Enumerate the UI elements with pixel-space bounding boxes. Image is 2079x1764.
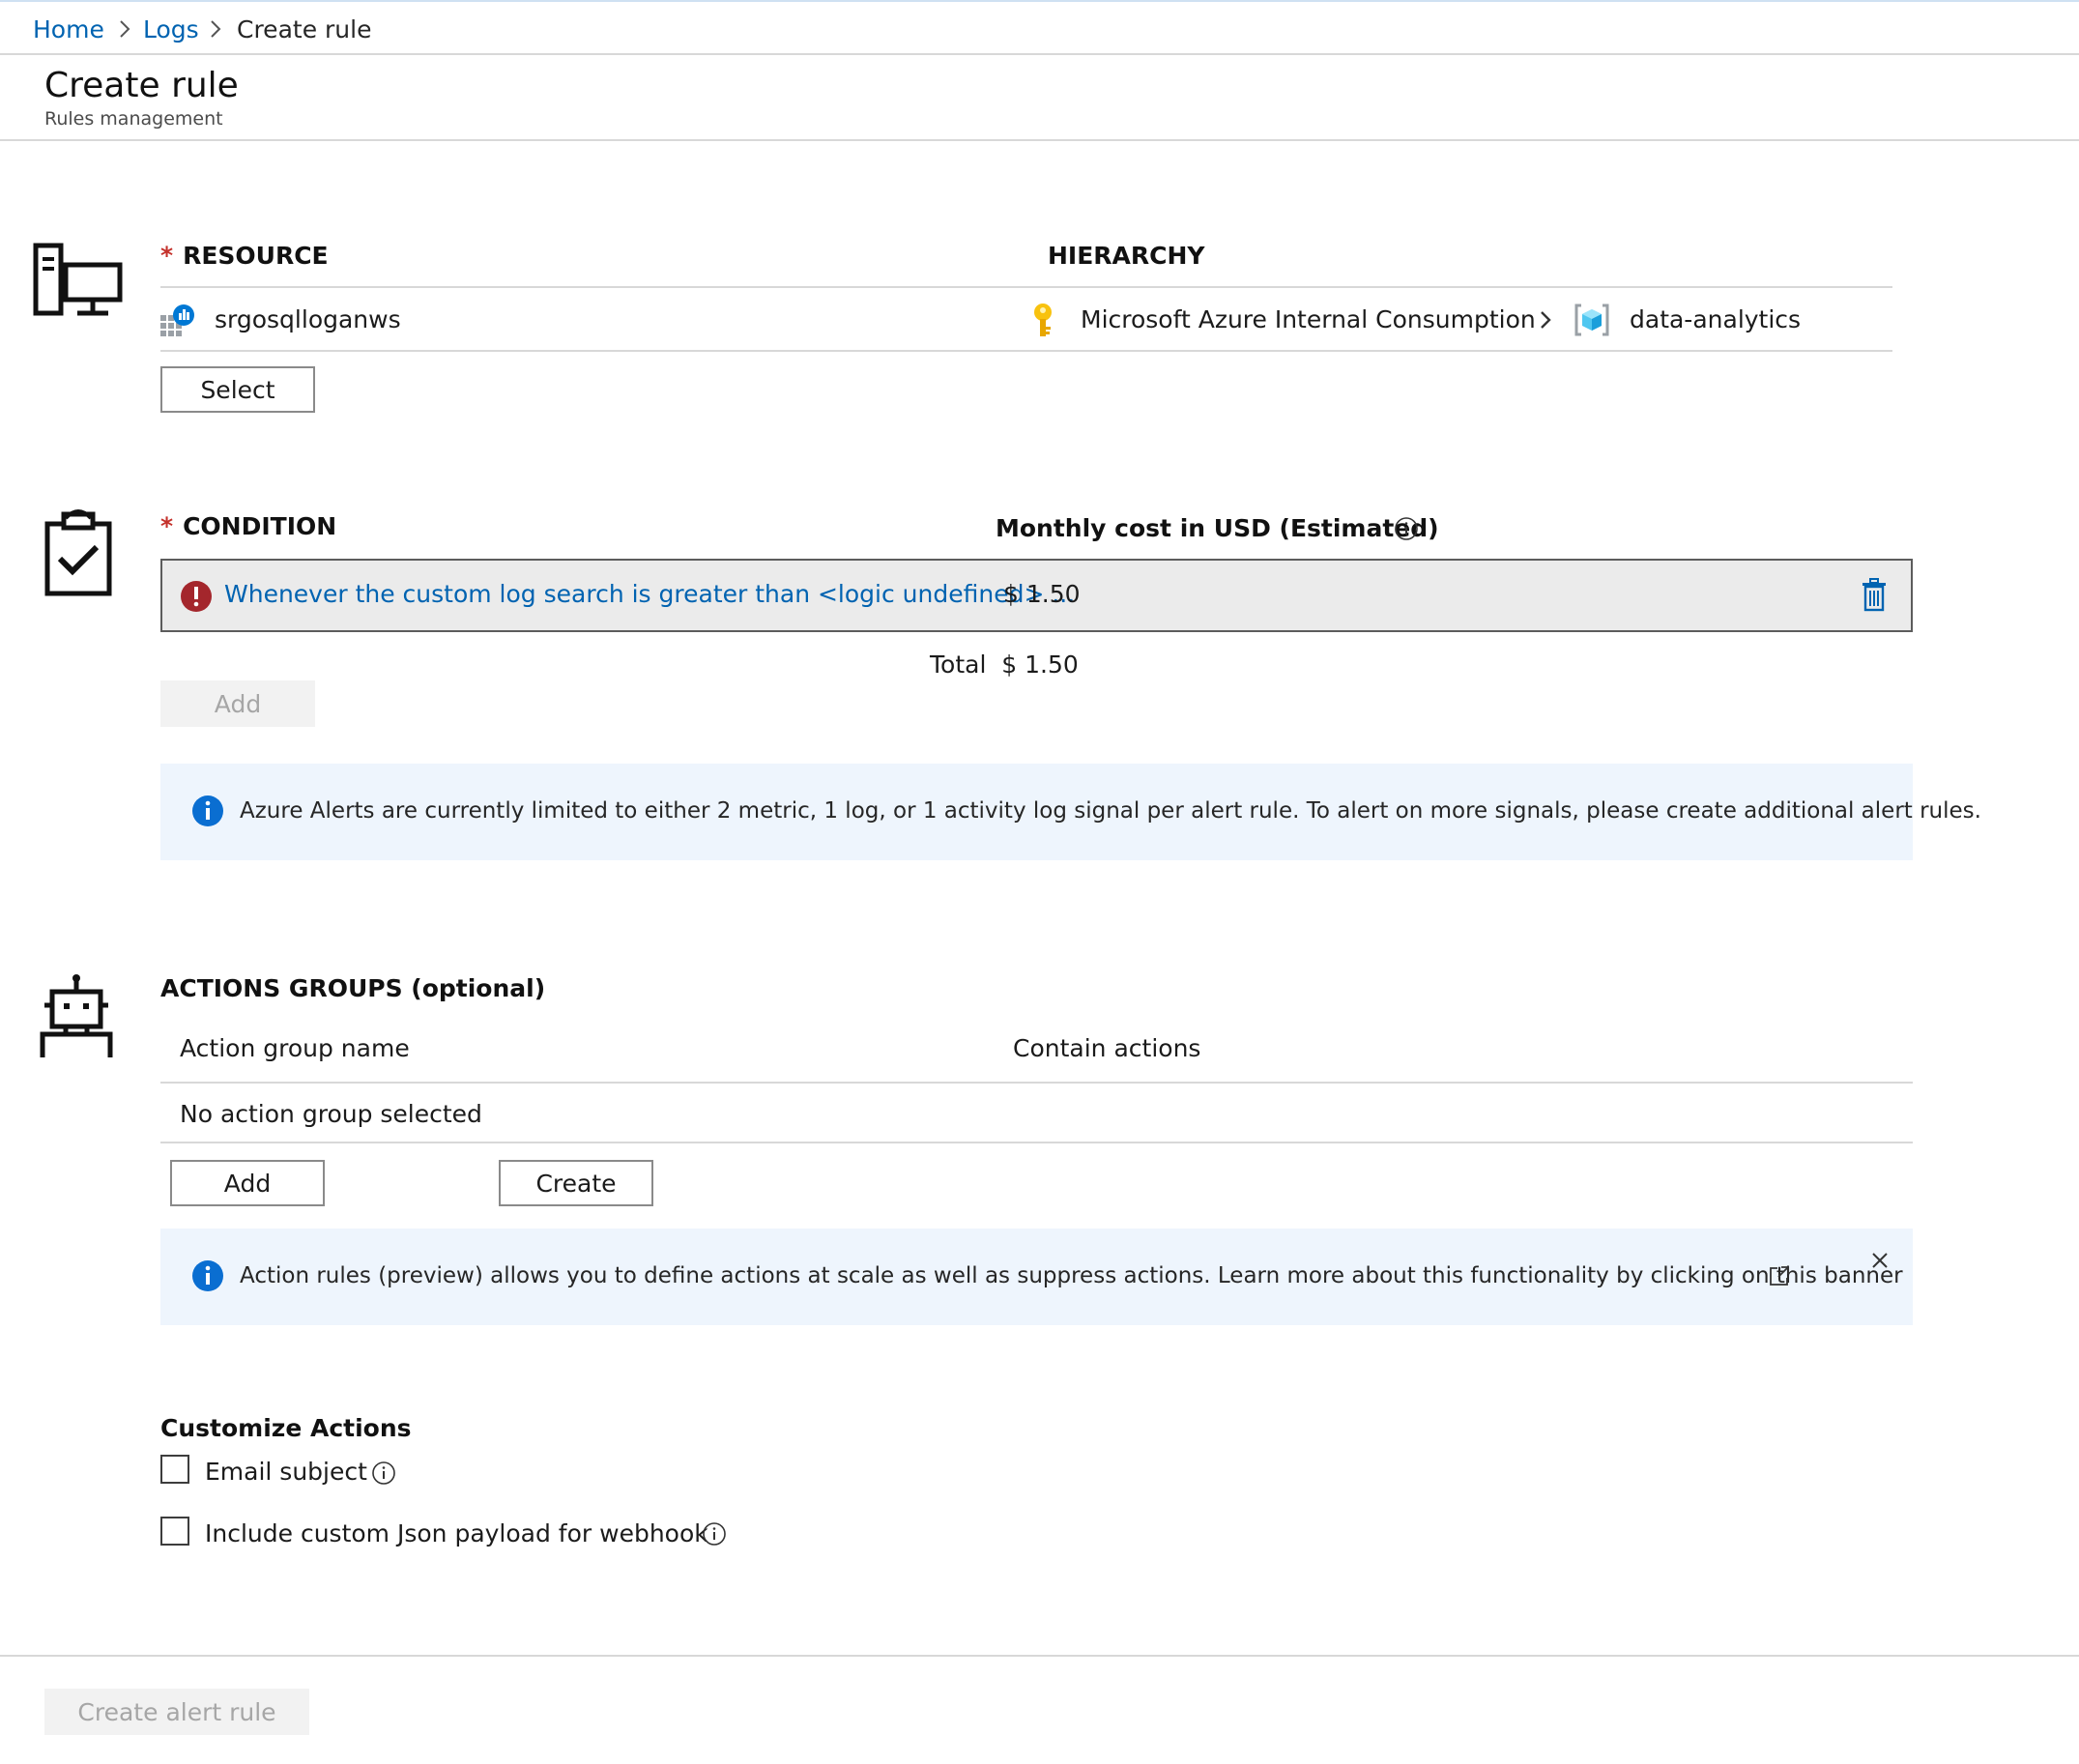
error-icon — [180, 580, 213, 613]
hierarchy-heading: HIERARCHY — [1048, 242, 1205, 270]
add-action-group-button[interactable]: Add — [170, 1160, 325, 1206]
required-asterisk: * — [160, 242, 174, 270]
page-subtitle: Rules management — [44, 108, 223, 130]
no-action-group-text: No action group selected — [180, 1100, 482, 1128]
condition-heading: * CONDITION — [160, 512, 337, 540]
resource-header-divider — [160, 286, 1892, 288]
info-icon — [191, 795, 224, 827]
email-subject-checkbox[interactable] — [160, 1455, 189, 1484]
required-asterisk: * — [160, 512, 174, 540]
condition-cost: $ 1.50 — [1003, 580, 1081, 608]
breadcrumb-logs[interactable]: Logs — [143, 14, 199, 46]
create-alert-rule-button[interactable]: Create alert rule — [44, 1689, 309, 1735]
add-condition-button[interactable]: Add — [160, 680, 315, 727]
customize-actions-heading: Customize Actions — [160, 1414, 412, 1442]
page-title: Create rule — [44, 66, 239, 105]
log-analytics-workspace-icon — [160, 304, 195, 338]
subscription-name: Microsoft Azure Internal Consumption — [1081, 305, 1536, 333]
info-icon — [191, 1259, 224, 1292]
monthly-cost-heading: Monthly cost in USD (Estimated) — [996, 514, 1439, 542]
condition-info-banner: Azure Alerts are currently limited to ei… — [160, 764, 1981, 860]
actions-header-divider — [160, 1082, 1913, 1084]
clipboard-check-icon — [43, 506, 116, 597]
create-action-group-button[interactable]: Create — [499, 1160, 653, 1206]
column-contain-actions: Contain actions — [1013, 1034, 1201, 1062]
info-outline-icon[interactable] — [702, 1521, 727, 1547]
external-link-icon[interactable] — [1767, 1263, 1792, 1288]
resource-heading: * RESOURCE — [160, 242, 329, 270]
resource-row-divider — [160, 350, 1892, 352]
total-value: $ 1.50 — [1001, 651, 1079, 679]
condition-row[interactable]: Whenever the custom log search is greate… — [160, 559, 1913, 632]
robot-icon — [39, 972, 114, 1061]
chevron-right-icon — [201, 12, 230, 46]
trash-icon[interactable] — [1860, 578, 1889, 613]
breadcrumb-divider — [0, 53, 2079, 55]
top-border — [0, 0, 2079, 2]
info-outline-icon[interactable] — [371, 1460, 396, 1486]
footer-divider — [0, 1655, 2079, 1657]
close-icon[interactable] — [1867, 1248, 1892, 1273]
resource-group-name: data-analytics — [1630, 305, 1802, 333]
action-rules-banner[interactable]: Action rules (preview) allows you to def… — [160, 1229, 1913, 1325]
action-groups-heading: ACTIONS GROUPS (optional) — [160, 974, 546, 1002]
column-action-group-name: Action group name — [180, 1034, 410, 1062]
total-cost: Total $ 1.50 — [930, 649, 1079, 681]
breadcrumb-home[interactable]: Home — [33, 14, 104, 46]
email-subject-label[interactable]: Email subject — [205, 1456, 367, 1489]
select-resource-button[interactable]: Select — [160, 366, 315, 413]
resource-group-icon — [1574, 302, 1610, 338]
key-icon — [1028, 302, 1057, 340]
total-label: Total — [930, 651, 987, 679]
condition-info-text: Azure Alerts are currently limited to ei… — [240, 798, 1981, 824]
chevron-right-icon — [110, 12, 139, 46]
action-rules-text[interactable]: Action rules (preview) allows you to def… — [240, 1259, 1903, 1292]
actions-row-divider — [160, 1142, 1913, 1143]
computer-icon — [33, 242, 124, 319]
resource-name: srgosqlloganws — [215, 305, 401, 333]
header-divider — [0, 139, 2079, 141]
info-outline-icon[interactable] — [1394, 516, 1419, 541]
webhook-payload-checkbox[interactable] — [160, 1517, 189, 1546]
chevron-right-icon — [1533, 304, 1558, 336]
condition-link[interactable]: Whenever the custom log search is greate… — [224, 578, 1075, 611]
breadcrumb-current: Create rule — [237, 15, 372, 43]
webhook-payload-label[interactable]: Include custom Json payload for webhook — [205, 1518, 708, 1550]
